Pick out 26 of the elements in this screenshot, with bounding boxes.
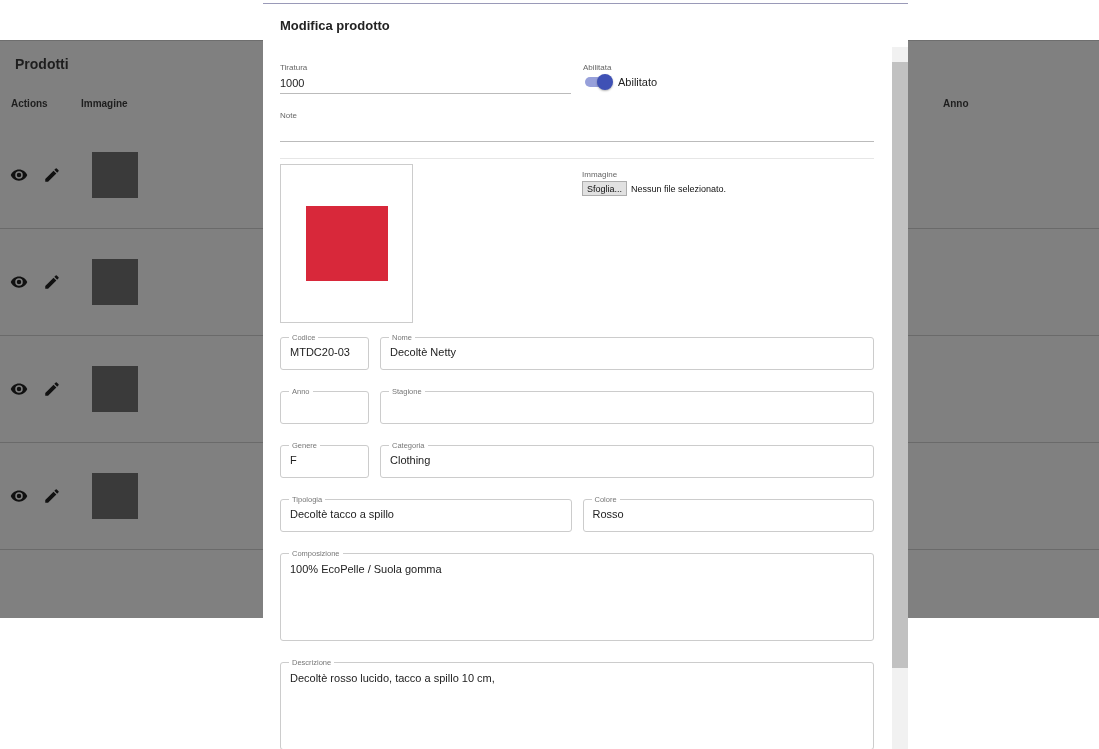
- field-label: Abilitata: [583, 63, 613, 74]
- photo-placeholder: [92, 259, 138, 305]
- toggle-label: Abilitato: [618, 76, 658, 88]
- eye-icon[interactable]: [10, 273, 28, 291]
- pencil-icon[interactable]: [43, 487, 61, 505]
- field-label: Immagine: [582, 170, 619, 181]
- scrollbar[interactable]: [892, 47, 908, 749]
- photo-placeholder: [92, 473, 138, 519]
- file-status: Nessun file selezionato.: [631, 183, 727, 194]
- pencil-icon[interactable]: [43, 380, 61, 398]
- text-field[interactable]: Note: [280, 111, 874, 142]
- column-header: Actions: [11, 98, 49, 111]
- column-header: Anno: [943, 98, 969, 111]
- dialog-title: Modifica prodotto: [280, 17, 391, 35]
- browse-button[interactable]: Sfoglia...: [582, 181, 628, 196]
- page-title: Prodotti: [15, 56, 69, 73]
- eye-icon[interactable]: [10, 380, 28, 398]
- photo-placeholder: [92, 152, 138, 198]
- toggle-switch[interactable]: [585, 77, 611, 87]
- eye-icon[interactable]: [10, 166, 28, 184]
- eye-icon[interactable]: [10, 487, 28, 505]
- pencil-icon[interactable]: [43, 273, 61, 291]
- photo-placeholder: [92, 366, 138, 412]
- pencil-icon[interactable]: [43, 166, 61, 184]
- text-field[interactable]: Tiratura 1000: [280, 63, 571, 94]
- column-header: Immagine: [81, 98, 129, 111]
